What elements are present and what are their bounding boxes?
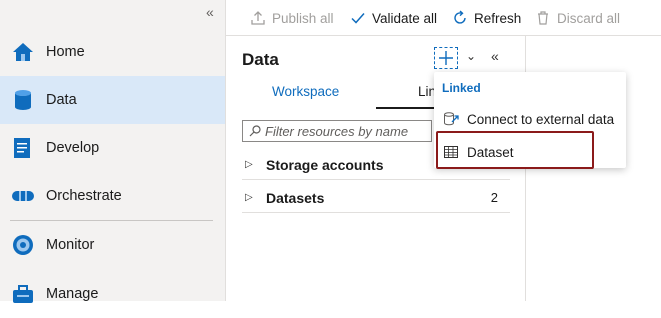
nav-collapse-button[interactable]: « (206, 4, 214, 20)
upload-icon (251, 11, 265, 25)
add-resource-button[interactable] (434, 47, 458, 69)
toolbox-icon (13, 285, 33, 303)
nav-item-orchestrate[interactable]: Orchestrate (0, 172, 225, 220)
publish-all-button[interactable]: Publish all (250, 8, 334, 28)
validate-all-label: Validate all (372, 10, 438, 26)
tree-item-label: Datasets (266, 189, 325, 206)
pipeline-icon (12, 191, 34, 201)
tab-workspace[interactable]: Workspace (272, 84, 339, 99)
nav-label: Orchestrate (46, 188, 122, 204)
nav-item-data[interactable]: Data (0, 76, 225, 124)
nav-label: Monitor (46, 237, 95, 253)
gauge-icon (13, 235, 33, 255)
discard-all-label: Discard all (557, 10, 621, 26)
validate-all-button[interactable]: Validate all (350, 8, 437, 28)
refresh-button[interactable]: Refresh (452, 8, 521, 28)
chevron-down-icon[interactable]: ⌄ (466, 49, 476, 63)
search-box[interactable] (242, 120, 432, 142)
search-icon (249, 125, 261, 137)
publish-all-label: Publish all (272, 10, 334, 26)
checkmark-icon (351, 13, 365, 24)
tree-item-label: Storage accounts (266, 156, 384, 173)
tree-item-datasets[interactable]: ▷ Datasets 2 (242, 183, 510, 213)
panel-collapse-button[interactable]: « (491, 48, 499, 64)
panel-title: Data (242, 50, 279, 69)
plus-icon (439, 51, 453, 65)
document-icon (14, 138, 30, 158)
search-input[interactable] (265, 123, 415, 139)
home-icon (13, 43, 33, 61)
nav-item-monitor[interactable]: Monitor (0, 221, 225, 269)
nav-label: Manage (46, 286, 99, 302)
discard-all-button[interactable]: Discard all (535, 8, 620, 28)
nav-item-develop[interactable]: Develop (0, 124, 225, 172)
trash-icon (538, 11, 548, 25)
toolbar: Publish all Validate all Refresh Discard… (226, 0, 661, 36)
dataset-highlight-box (436, 131, 594, 169)
refresh-icon (454, 10, 466, 24)
database-icon (15, 90, 31, 110)
nav-label: Data (46, 92, 77, 108)
left-nav: « Home Data Develop Orchestrate Monitor … (0, 0, 226, 303)
active-tab-indicator (376, 107, 434, 109)
caret-right-icon[interactable]: ▷ (245, 192, 253, 203)
menu-item-connect-external-data[interactable]: Connect to external data (434, 104, 626, 134)
menu-item-label: Connect to external data (467, 111, 615, 127)
nav-label: Home (46, 44, 85, 60)
refresh-label: Refresh (474, 10, 522, 26)
nav-item-manage[interactable]: Manage (0, 270, 225, 318)
tree-item-count: 2 (490, 190, 498, 205)
caret-right-icon[interactable]: ▷ (245, 159, 253, 170)
nav-label: Develop (46, 140, 100, 156)
menu-header: Linked (442, 81, 481, 95)
external-link-icon (444, 112, 459, 126)
nav-item-home[interactable]: Home (0, 28, 225, 76)
